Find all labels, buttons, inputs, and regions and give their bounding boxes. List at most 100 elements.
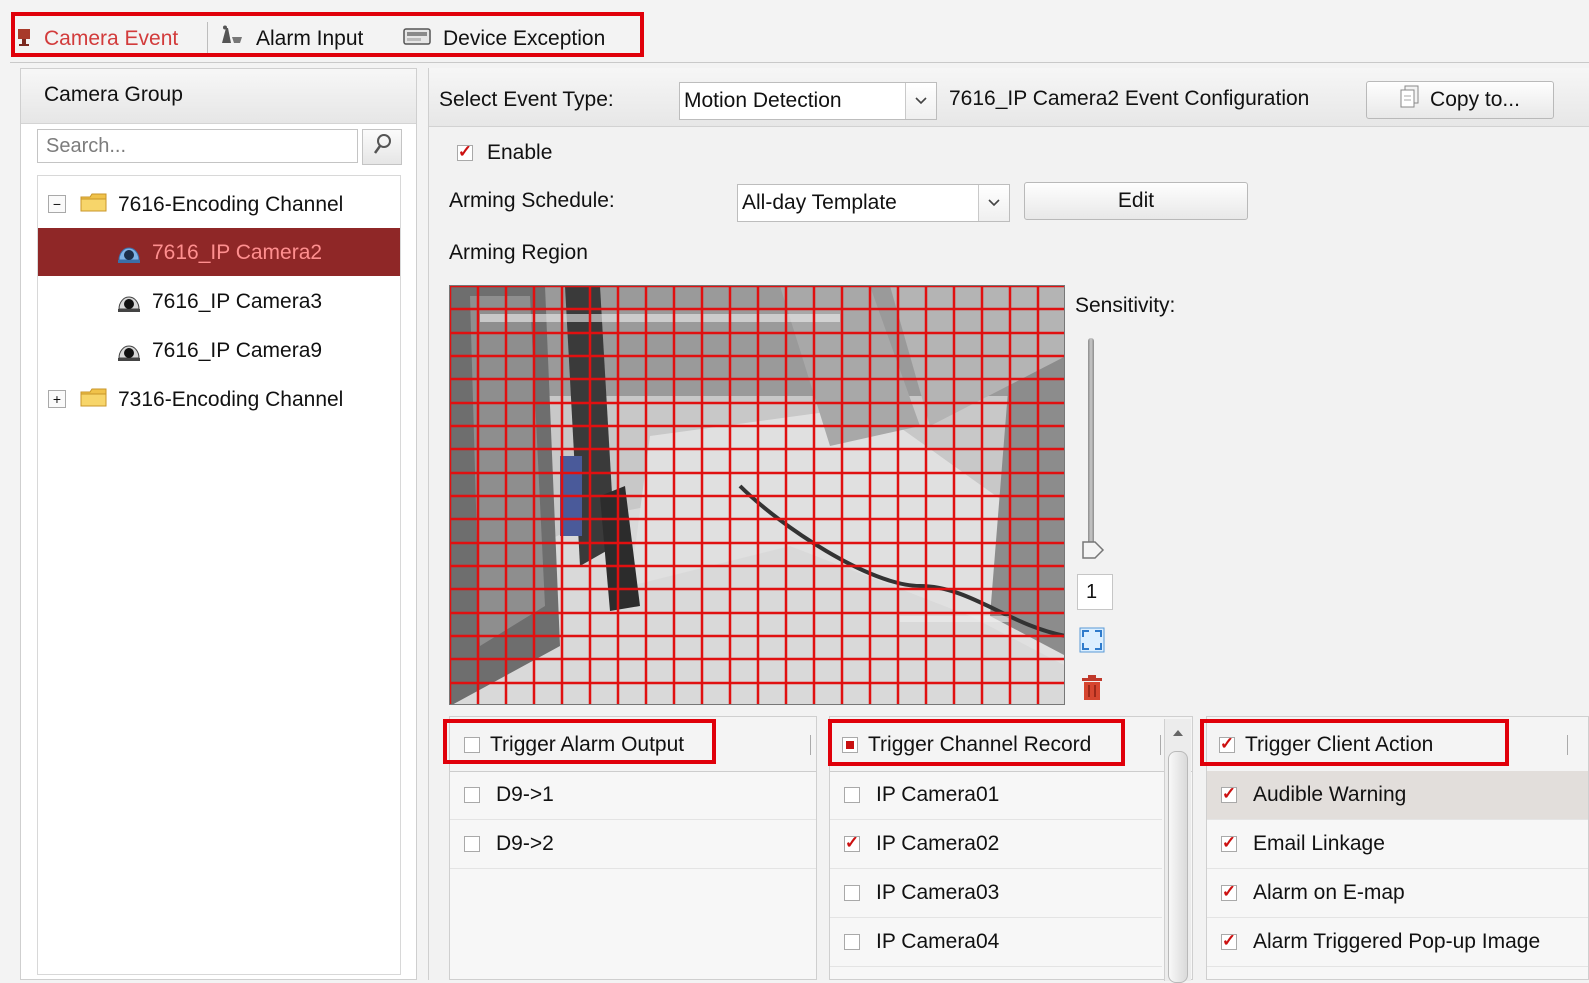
- camera-icon: [116, 338, 142, 368]
- checkbox-checked-icon: [1221, 787, 1237, 803]
- column-divider: [1567, 735, 1568, 755]
- tab-device-exception[interactable]: Device Exception: [403, 24, 605, 54]
- scroll-thumb[interactable]: [1168, 751, 1188, 983]
- camera-icon: [116, 289, 142, 319]
- checkbox-icon: [464, 737, 480, 753]
- alarm-output-list: Trigger Alarm Output D9->1 D9->2: [449, 716, 817, 980]
- camera-event-icon: [16, 25, 32, 53]
- enable-check-icon: [457, 145, 473, 161]
- arming-schedule-label: Arming Schedule:: [449, 189, 615, 212]
- list-item-label: Email Linkage: [1253, 832, 1385, 855]
- edit-label: Edit: [1117, 189, 1155, 212]
- client-action-toggle[interactable]: Trigger Client Action: [1219, 733, 1433, 757]
- list-item[interactable]: Email Linkage: [1207, 820, 1588, 869]
- alarm-output-toggle[interactable]: Trigger Alarm Output: [464, 733, 684, 757]
- copy-icon: [1400, 85, 1420, 115]
- column-divider: [810, 735, 811, 755]
- fullscreen-icon[interactable]: [1078, 626, 1106, 654]
- checkbox-checked-icon: [1221, 934, 1237, 950]
- copy-to-button[interactable]: Copy to...: [1366, 81, 1554, 119]
- list-item[interactable]: Alarm on E-map: [1207, 869, 1588, 918]
- channel-record-toggle[interactable]: Trigger Channel Record: [842, 733, 1091, 757]
- tree-node-camera2[interactable]: 7616_IP Camera2: [38, 228, 400, 276]
- expand-toggle[interactable]: +: [48, 390, 66, 408]
- search-button[interactable]: [362, 129, 402, 165]
- list-item-label: IP Camera01: [876, 783, 1000, 806]
- tree-node-camera3[interactable]: 7616_IP Camera3: [38, 277, 400, 325]
- list-item-label: Alarm Triggered Pop-up Image: [1253, 930, 1541, 953]
- sensitivity-label: Sensitivity:: [1075, 294, 1176, 317]
- list-item[interactable]: IP Camera03: [830, 869, 1162, 918]
- channel-record-header-label: Trigger Channel Record: [868, 733, 1092, 756]
- arming-region-label: Arming Region: [449, 241, 588, 264]
- arming-region-video[interactable]: [449, 285, 1065, 705]
- list-item[interactable]: D9->2: [450, 820, 816, 869]
- sensitivity-slider[interactable]: [1088, 338, 1094, 550]
- tab-camera-event[interactable]: Camera Event: [16, 24, 178, 54]
- event-tab-bar: Camera Event Alarm Input Device Exceptio…: [10, 10, 1589, 63]
- list-item[interactable]: IP Camera02: [830, 820, 1162, 869]
- arming-schedule-select[interactable]: All-day Template: [737, 184, 1010, 222]
- list-item[interactable]: IP Camera01: [830, 771, 1162, 820]
- list-item[interactable]: IP Camera04: [830, 918, 1162, 967]
- sensitivity-slider-thumb[interactable]: [1081, 540, 1105, 560]
- list-item[interactable]: Alarm Triggered Pop-up Image: [1207, 918, 1588, 967]
- tree-node-label: 7616_IP Camera3: [152, 290, 323, 313]
- client-action-list: Trigger Client Action Audible Warning Em…: [1206, 716, 1589, 980]
- alarm-output-header-label: Trigger Alarm Output: [490, 733, 685, 756]
- arming-region-canvas: [450, 286, 1064, 704]
- scrollbar[interactable]: [1164, 719, 1191, 983]
- tree-node-label: 7616_IP Camera9: [152, 339, 323, 362]
- list-item[interactable]: D9->1: [450, 771, 816, 820]
- event-type-select[interactable]: Motion Detection: [679, 82, 937, 120]
- tree-node-label: 7616_IP Camera2: [152, 241, 323, 264]
- enable-label: Enable: [487, 141, 553, 164]
- tab-camera-event-label: Camera Event: [44, 27, 179, 50]
- checkbox-icon: [844, 934, 860, 950]
- search-icon: [372, 133, 392, 161]
- chevron-down-icon: [905, 83, 936, 119]
- list-item-label: IP Camera02: [876, 832, 1000, 855]
- folder-icon: [80, 388, 108, 414]
- tab-device-exception-label: Device Exception: [443, 27, 606, 50]
- arming-schedule-value: All-day Template: [742, 191, 897, 214]
- list-item-label: D9->2: [496, 832, 554, 855]
- sensitivity-value: 1: [1077, 574, 1113, 610]
- tree-node-7316-channel[interactable]: + 7316-Encoding Channel: [38, 375, 400, 423]
- checkbox-icon: [844, 787, 860, 803]
- list-item-label: IP Camera03: [876, 881, 1000, 904]
- checkbox-icon: [844, 885, 860, 901]
- collapse-toggle[interactable]: −: [48, 195, 66, 213]
- checkbox-partial-icon: [842, 737, 858, 753]
- list-item-label: IP Camera04: [876, 930, 1000, 953]
- delete-icon[interactable]: [1080, 674, 1104, 702]
- channel-record-list: Trigger Channel Record IP Camera01 IP Ca…: [829, 716, 1193, 983]
- tab-alarm-input[interactable]: Alarm Input: [218, 24, 363, 54]
- list-item-label: D9->1: [496, 783, 554, 806]
- checkbox-checked-icon: [844, 836, 860, 852]
- camera-icon: [116, 240, 142, 270]
- alarm-input-icon: [218, 25, 244, 53]
- event-type-value: Motion Detection: [684, 89, 842, 112]
- scroll-up-icon[interactable]: [1169, 723, 1187, 743]
- camera-group-panel: Camera Group − 7616-Encoding Channel 761…: [20, 68, 417, 980]
- tree-node-7616-channel[interactable]: − 7616-Encoding Channel: [38, 180, 400, 228]
- checkbox-checked-icon: [1219, 737, 1235, 753]
- channel-record-header: Trigger Channel Record: [830, 717, 1192, 772]
- chevron-down-icon: [978, 185, 1009, 221]
- config-title: 7616_IP Camera2 Event Configuration: [949, 87, 1310, 110]
- tree-node-camera9[interactable]: 7616_IP Camera9: [38, 326, 400, 374]
- edit-schedule-button[interactable]: Edit: [1024, 182, 1248, 220]
- search-input[interactable]: [37, 129, 358, 163]
- camera-group-title: Camera Group: [44, 83, 183, 106]
- tab-alarm-input-label: Alarm Input: [256, 27, 364, 50]
- event-type-label: Select Event Type:: [439, 88, 614, 111]
- enable-checkbox[interactable]: Enable: [457, 141, 552, 165]
- list-item-label: Alarm on E-map: [1253, 881, 1405, 904]
- tree-node-label: 7316-Encoding Channel: [118, 388, 344, 411]
- device-exception-icon: [403, 26, 431, 52]
- list-item-label: Audible Warning: [1253, 783, 1407, 806]
- column-divider: [1160, 735, 1161, 755]
- camera-tree: − 7616-Encoding Channel 7616_IP Camera2 …: [37, 175, 401, 975]
- list-item[interactable]: Audible Warning: [1207, 771, 1588, 820]
